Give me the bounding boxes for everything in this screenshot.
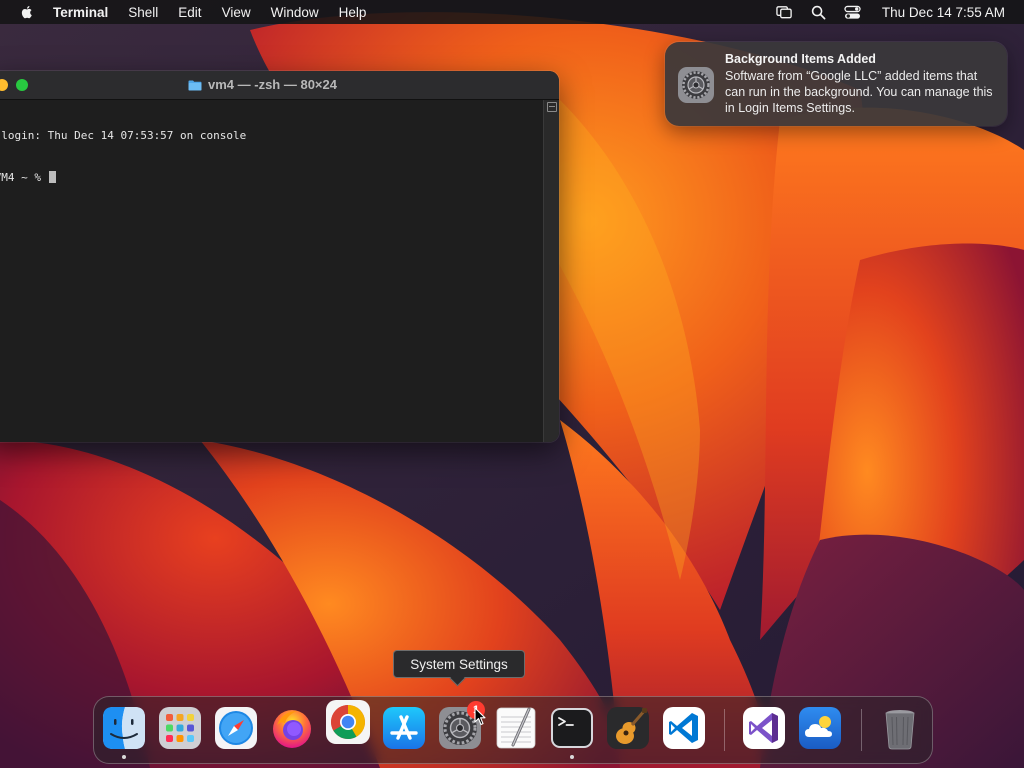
dock-item-terminal[interactable] [549, 705, 595, 759]
menu-bar: Terminal Shell Edit View Window Help Thu… [0, 0, 1024, 24]
folder-icon [188, 79, 202, 91]
apple-logo-icon[interactable] [19, 4, 35, 20]
dock-tooltip-text: System Settings [410, 656, 508, 672]
dock: 1 [93, 696, 933, 764]
menu-app-name[interactable]: Terminal [53, 5, 108, 20]
chrome-icon [326, 700, 370, 744]
menu-window[interactable]: Window [271, 5, 319, 20]
dock-item-launchpad[interactable] [157, 705, 203, 751]
terminal-scrollbar[interactable] [543, 100, 559, 442]
terminal-window[interactable]: vm4 — -zsh — 80×24 t login: Thu Dec 14 0… [0, 71, 559, 442]
screen-mirroring-icon[interactable] [776, 4, 794, 20]
terminal-line: t login: Thu Dec 14 07:53:57 on console [0, 129, 543, 143]
visual-studio-icon [743, 707, 785, 749]
background-items-notification[interactable]: Background Items Added Software from “Go… [665, 42, 1007, 126]
finder-icon [103, 707, 145, 749]
app-store-icon [383, 707, 425, 749]
dock-separator [861, 709, 862, 751]
dock-item-trash[interactable] [877, 705, 923, 751]
notification-title: Background Items Added [725, 52, 876, 66]
search-icon[interactable] [810, 4, 828, 20]
running-indicator [570, 755, 574, 759]
menu-view[interactable]: View [222, 5, 251, 20]
terminal-titlebar[interactable]: vm4 — -zsh — 80×24 [0, 71, 559, 100]
vscode-icon [663, 707, 705, 749]
textedit-icon [496, 707, 536, 749]
terminal-cursor [48, 171, 56, 183]
garageband-icon [607, 707, 649, 749]
terminal-prompt-text: @VM4 ~ % [0, 171, 41, 184]
split-pane-button[interactable] [547, 102, 557, 112]
terminal-icon [551, 708, 593, 748]
dock-item-app-store[interactable] [381, 705, 427, 751]
menubar-clock[interactable]: Thu Dec 14 7:55 AM [882, 5, 1005, 20]
menu-help[interactable]: Help [339, 5, 367, 20]
dock-item-chrome[interactable] [325, 699, 371, 745]
terminal-title-text: vm4 — -zsh — 80×24 [208, 77, 337, 92]
dock-item-vscode[interactable] [661, 705, 707, 751]
system-settings-gear-icon [677, 66, 715, 104]
notification-body: Software from “Google LLC” added items t… [725, 69, 993, 115]
dock-tooltip: System Settings [393, 650, 525, 678]
dock-item-weather[interactable] [797, 705, 843, 751]
dock-item-textedit[interactable] [493, 705, 539, 751]
running-indicator [122, 755, 126, 759]
dock-item-garageband[interactable] [605, 705, 651, 751]
weather-icon [799, 707, 841, 749]
terminal-line-text: t login: Thu Dec 14 07:53:57 on console [0, 129, 247, 142]
dock-item-safari[interactable] [213, 705, 259, 751]
control-center-icon[interactable] [844, 4, 862, 20]
menu-edit[interactable]: Edit [178, 5, 201, 20]
dock-item-visual-studio[interactable] [741, 705, 787, 751]
safari-icon [215, 707, 257, 749]
dock-item-finder[interactable] [101, 705, 147, 759]
terminal-title: vm4 — -zsh — 80×24 [188, 77, 337, 92]
trash-icon [885, 710, 915, 750]
mouse-pointer-icon [474, 707, 486, 726]
dock-separator [724, 709, 725, 751]
window-minimize-button[interactable] [0, 79, 8, 91]
window-zoom-button[interactable] [16, 79, 28, 91]
firefox-icon [273, 710, 311, 748]
terminal-content[interactable]: t login: Thu Dec 14 07:53:57 on console … [0, 100, 543, 442]
terminal-prompt-line: @VM4 ~ % [0, 171, 543, 185]
launchpad-icon [159, 707, 201, 749]
dock-item-firefox[interactable] [269, 705, 315, 751]
menu-shell[interactable]: Shell [128, 5, 158, 20]
